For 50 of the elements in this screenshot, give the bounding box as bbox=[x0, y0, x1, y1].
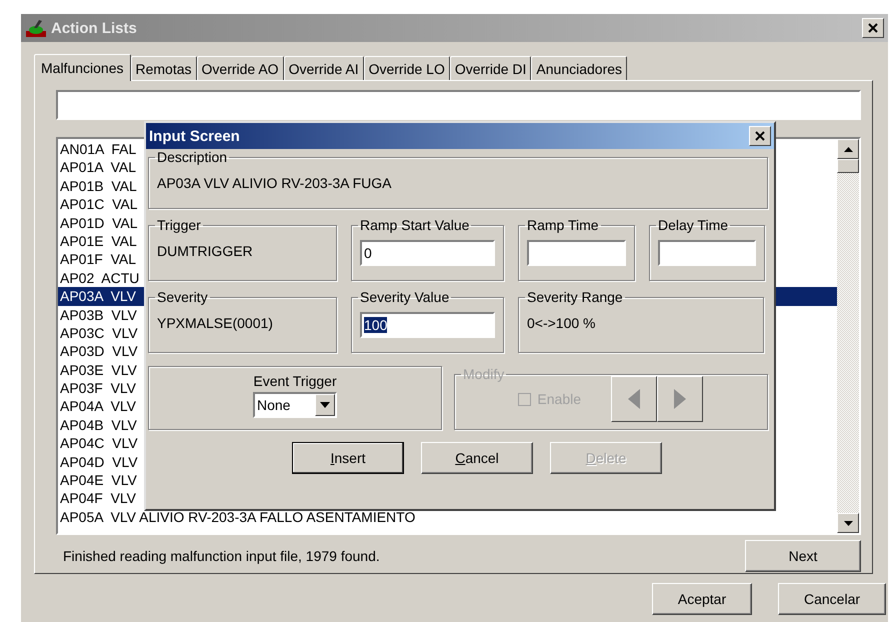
dialog-button[interactable]: Insert bbox=[292, 442, 404, 474]
group-label: Trigger bbox=[156, 217, 202, 233]
close-icon bbox=[755, 131, 765, 141]
up-arrow-icon bbox=[844, 146, 852, 152]
tab[interactable]: Malfunciones bbox=[34, 54, 130, 81]
close-icon bbox=[868, 23, 878, 33]
input-field[interactable] bbox=[658, 240, 756, 266]
description-text: AP03A VLV ALIVIO RV-203-3A FUGA bbox=[157, 174, 392, 191]
window-title: Action Lists bbox=[51, 20, 138, 36]
dialog-button[interactable]: Cancelar bbox=[778, 583, 886, 615]
group-label: Severity Value bbox=[359, 289, 450, 305]
close-button[interactable] bbox=[862, 18, 884, 38]
group-label: Ramp Time bbox=[526, 217, 600, 233]
scroll-thumb[interactable] bbox=[837, 159, 859, 173]
next-button[interactable]: Next bbox=[745, 540, 861, 572]
list-item[interactable]: AP05A VLV ALIVIO RV-203-3A FALLO ASENTAMIENTO bbox=[58, 508, 837, 526]
dialog-title: Input Screen bbox=[149, 128, 240, 144]
left-triangle-icon bbox=[628, 389, 640, 409]
close-button[interactable] bbox=[749, 126, 771, 146]
scroll-up-button[interactable] bbox=[837, 139, 859, 159]
input-field[interactable] bbox=[527, 240, 626, 266]
range-text: 0<->100 % bbox=[527, 314, 596, 331]
dialog-button[interactable]: Aceptar bbox=[652, 583, 752, 615]
dialog-button[interactable]: Cancel bbox=[421, 442, 533, 474]
severity-text: YPXMALSE(0001) bbox=[157, 314, 274, 331]
event-trigger-label: Event Trigger bbox=[253, 373, 337, 389]
input-field[interactable] bbox=[56, 90, 861, 120]
group-label: Ramp Start Value bbox=[359, 217, 470, 233]
input-field[interactable]: 100 bbox=[360, 312, 495, 338]
trigger-text: DUMTRIGGER bbox=[157, 242, 254, 259]
group-label: Severity bbox=[156, 289, 209, 305]
tab[interactable]: Remotas bbox=[130, 56, 197, 80]
caret-icon bbox=[320, 402, 330, 408]
group-label: Severity Range bbox=[526, 289, 624, 305]
tab[interactable]: Override LO bbox=[364, 56, 450, 80]
tab[interactable]: Override AO bbox=[196, 56, 284, 80]
dropdown[interactable]: None bbox=[253, 392, 337, 418]
tab[interactable]: Override DI bbox=[450, 56, 532, 80]
group-label: Delay Time bbox=[657, 217, 730, 233]
right-triangle-icon bbox=[674, 389, 686, 409]
input-field[interactable]: 0 bbox=[360, 240, 495, 266]
scrollbar[interactable] bbox=[837, 139, 859, 533]
status-text: Finished reading malfunction input file, 1979 found. bbox=[63, 548, 380, 564]
tab[interactable]: Anunciadores bbox=[531, 56, 628, 80]
group-label: Description bbox=[156, 149, 228, 165]
scroll-down-button[interactable] bbox=[837, 513, 859, 533]
group-label: Modify bbox=[462, 366, 506, 382]
tab[interactable]: Override AI bbox=[284, 56, 364, 80]
app-icon bbox=[25, 18, 47, 38]
down-arrow-icon bbox=[844, 520, 852, 526]
